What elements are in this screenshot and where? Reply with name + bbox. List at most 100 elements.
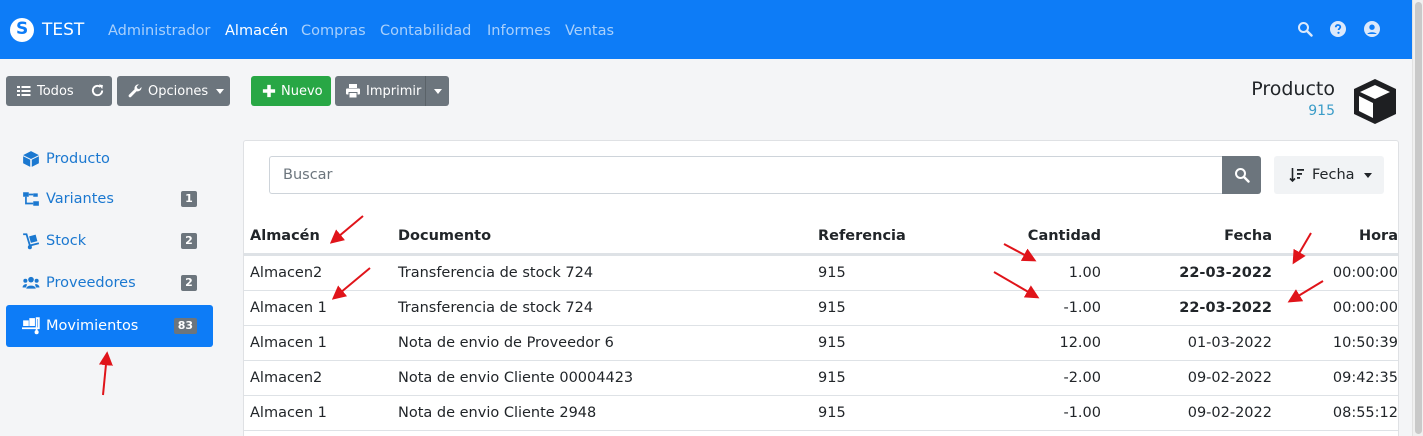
cell-hora: 09:42:35 xyxy=(1332,370,1398,386)
column-header-referencia[interactable]: Referencia xyxy=(818,228,906,244)
column-header-documento[interactable]: Documento xyxy=(398,228,491,244)
search-button[interactable] xyxy=(1222,156,1261,194)
cell-referencia: 915 xyxy=(818,335,846,351)
new-button[interactable]: Nuevo xyxy=(251,76,331,106)
cell-almacen: Almacen 1 xyxy=(250,405,327,421)
cell-cantidad: -2.00 xyxy=(1063,370,1101,386)
table-row-divider xyxy=(244,430,1398,436)
cell-cantidad: 1.00 xyxy=(1068,265,1101,281)
product-cube-icon xyxy=(1354,79,1396,124)
nav-item-contabilidad[interactable]: Contabilidad xyxy=(380,23,471,39)
count-badge: 2 xyxy=(181,233,197,249)
nav-item-informes[interactable]: Informes xyxy=(487,23,551,39)
nav-item-ventas[interactable]: Ventas xyxy=(565,23,614,39)
sidebar-item-label: Variantes xyxy=(46,191,114,207)
product-title: Producto xyxy=(1251,78,1335,100)
sidebar-item-variantes[interactable]: Variantes 1 xyxy=(6,179,213,219)
sidebar-item-stock[interactable]: Stock 2 xyxy=(6,221,213,261)
cell-hora: 00:00:00 xyxy=(1332,265,1398,281)
cell-almacen: Almacen 1 xyxy=(250,300,327,316)
cell-documento: Transferencia de stock 724 xyxy=(398,265,594,281)
all-button[interactable]: Todos xyxy=(6,76,112,106)
brand-logo-icon[interactable]: S xyxy=(10,18,34,42)
top-navbar: S TEST Administrador Almacén Compras Con… xyxy=(0,0,1412,59)
column-header-almacen[interactable]: Almacén xyxy=(250,228,320,244)
annotation-arrow xyxy=(98,351,113,396)
sidebar-item-label: Movimientos xyxy=(46,318,139,334)
count-badge: 1 xyxy=(181,191,197,207)
user-icon[interactable] xyxy=(1364,21,1380,37)
cell-documento: Transferencia de stock 724 xyxy=(398,300,594,316)
cell-documento: Nota de envio Cliente 00004423 xyxy=(398,370,634,386)
cube-icon xyxy=(23,151,39,167)
sidebar-item-label: Stock xyxy=(46,233,87,249)
new-button-label: Nuevo xyxy=(281,83,323,99)
print-caret-icon xyxy=(433,88,442,94)
scrollbar-thumb[interactable] xyxy=(1415,2,1422,434)
cell-referencia: 915 xyxy=(818,405,846,421)
sort-dropdown[interactable]: Fecha xyxy=(1274,156,1384,194)
wrench-icon xyxy=(128,84,142,98)
sidebar-item-movimientos[interactable]: Movimientos 83 xyxy=(6,305,213,347)
search-icon xyxy=(1235,168,1250,183)
cell-referencia: 915 xyxy=(818,370,846,386)
cell-fecha: 01-03-2022 xyxy=(1187,335,1272,351)
truck-loading-icon xyxy=(22,317,40,335)
cell-fecha: 09-02-2022 xyxy=(1187,405,1272,421)
options-caret-icon xyxy=(216,88,225,94)
cell-almacen: Almacen 1 xyxy=(250,335,327,351)
cell-fecha: 22-03-2022 xyxy=(1179,300,1272,316)
sidebar-item-label: Producto xyxy=(46,151,110,167)
cell-documento: Nota de envio de Proveedor 6 xyxy=(398,335,614,351)
plus-icon xyxy=(262,84,276,98)
help-icon[interactable] xyxy=(1330,21,1346,37)
cell-hora: 08:55:12 xyxy=(1332,405,1398,421)
table-row[interactable]: Almacen 1 Nota de envio Cliente 2948 915… xyxy=(244,395,1398,430)
list-icon xyxy=(17,86,31,96)
table-row[interactable]: Almacen2 Transferencia de stock 724 915 … xyxy=(244,255,1398,290)
print-button-label: Imprimir xyxy=(366,83,422,99)
sidebar-item-producto[interactable]: Producto xyxy=(6,139,213,179)
sidebar-item-proveedores[interactable]: Proveedores 2 xyxy=(6,263,213,303)
print-dropdown-toggle[interactable] xyxy=(425,76,449,106)
users-icon xyxy=(22,276,40,289)
column-header-fecha[interactable]: Fecha xyxy=(1224,228,1272,244)
cell-fecha: 22-03-2022 xyxy=(1179,265,1272,281)
table-row[interactable]: Almacen 1 Nota de envio de Proveedor 6 9… xyxy=(244,325,1398,360)
cell-almacen: Almacen2 xyxy=(250,370,323,386)
page-scrollbar[interactable] xyxy=(1412,0,1423,436)
nav-item-administrador[interactable]: Administrador xyxy=(108,23,210,39)
printer-icon xyxy=(346,84,360,99)
table-row[interactable]: Almacen2 Nota de envio Cliente 00004423 … xyxy=(244,360,1398,395)
sitemap-icon xyxy=(23,192,39,206)
search-input[interactable] xyxy=(269,156,1224,194)
cell-cantidad: -1.00 xyxy=(1063,405,1101,421)
cell-referencia: 915 xyxy=(818,265,846,281)
count-badge: 83 xyxy=(173,318,197,334)
nav-item-compras[interactable]: Compras xyxy=(301,23,366,39)
nav-item-almacen[interactable]: Almacén xyxy=(225,23,288,39)
movements-card: Fecha Almacén Documento Referencia Canti… xyxy=(243,140,1399,436)
cell-fecha: 09-02-2022 xyxy=(1187,370,1272,386)
cell-cantidad: -1.00 xyxy=(1063,300,1101,316)
cell-referencia: 915 xyxy=(818,300,846,316)
refresh-icon[interactable] xyxy=(90,83,105,98)
options-button[interactable]: Opciones xyxy=(117,76,230,106)
sort-caret-icon xyxy=(1363,172,1372,178)
dolly-icon xyxy=(23,233,40,250)
print-button[interactable]: Imprimir xyxy=(335,76,425,106)
cell-hora: 10:50:39 xyxy=(1332,335,1398,351)
sort-label: Fecha xyxy=(1312,167,1355,183)
sidebar-item-label: Proveedores xyxy=(46,275,136,291)
search-icon[interactable] xyxy=(1297,21,1313,37)
all-button-label: Todos xyxy=(37,83,74,99)
brand-name[interactable]: TEST xyxy=(42,20,84,40)
cell-documento: Nota de envio Cliente 2948 xyxy=(398,405,597,421)
column-header-hora[interactable]: Hora xyxy=(1359,228,1398,244)
product-number: 915 xyxy=(1308,103,1335,119)
table-row[interactable]: Almacen 1 Transferencia de stock 724 915… xyxy=(244,290,1398,325)
column-header-cantidad[interactable]: Cantidad xyxy=(1028,228,1101,244)
options-button-label: Opciones xyxy=(148,83,209,99)
sort-amount-down-icon xyxy=(1289,168,1304,183)
cell-hora: 00:00:00 xyxy=(1332,300,1398,316)
